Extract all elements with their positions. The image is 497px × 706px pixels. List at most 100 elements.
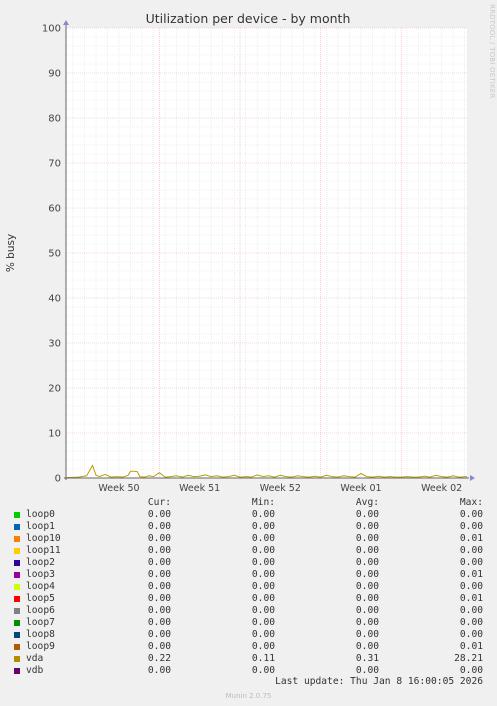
y-tick-label: 20 bbox=[48, 384, 61, 395]
legend-name: loop11 bbox=[26, 545, 61, 556]
legend-value-avg: 0.00 bbox=[355, 545, 379, 556]
legend-value-cur: 0.00 bbox=[147, 641, 171, 652]
legend-value-min: 0.00 bbox=[251, 605, 275, 616]
x-tick-labels: Week 50 Week 51 Week 52 Week 01 Week 02 bbox=[98, 483, 462, 494]
legend-value-max: 0.00 bbox=[459, 521, 483, 532]
rrdtool-watermark: RRDTOOL / TOBI OETIKER bbox=[488, 4, 496, 99]
legend-value-min: 0.00 bbox=[251, 557, 275, 568]
legend-value-avg: 0.00 bbox=[355, 521, 379, 532]
legend-row-loop5: loop5 0.00 0.00 0.00 0.01 bbox=[0, 593, 497, 605]
legend-header-avg: Avg: bbox=[355, 497, 379, 508]
last-update: Last update: Thu Jan 8 16:00:05 2026 bbox=[275, 676, 483, 687]
legend-swatch bbox=[14, 668, 20, 674]
legend-value-max: 0.00 bbox=[459, 629, 483, 640]
legend-value-cur: 0.22 bbox=[147, 653, 171, 664]
legend-swatch bbox=[14, 548, 20, 554]
legend-value-max: 0.00 bbox=[459, 545, 483, 556]
legend-value-avg: 0.00 bbox=[355, 629, 379, 640]
x-tick-label: Week 51 bbox=[179, 483, 220, 494]
legend-value-cur: 0.00 bbox=[147, 581, 171, 592]
legend-value-avg: 0.00 bbox=[355, 617, 379, 628]
legend-header: Cur: Min: Avg: Max: bbox=[0, 497, 497, 509]
legend-swatch bbox=[14, 572, 20, 578]
y-tick-label: 60 bbox=[48, 204, 61, 215]
legend-name: loop7 bbox=[26, 617, 55, 628]
y-tick-label: 50 bbox=[48, 249, 61, 260]
x-tick-label: Week 50 bbox=[98, 483, 139, 494]
legend-row-loop1: loop1 0.00 0.00 0.00 0.00 bbox=[0, 521, 497, 533]
legend-swatch bbox=[14, 524, 20, 530]
legend-swatch bbox=[14, 644, 20, 650]
legend-swatch bbox=[14, 536, 20, 542]
legend-row-vda: vda 0.22 0.11 0.31 28.21 bbox=[0, 653, 497, 665]
legend-value-min: 0.00 bbox=[251, 641, 275, 652]
legend-value-min: 0.00 bbox=[251, 521, 275, 532]
legend-row-loop6: loop6 0.00 0.00 0.00 0.00 bbox=[0, 605, 497, 617]
legend-value-min: 0.00 bbox=[251, 533, 275, 544]
legend-value-cur: 0.00 bbox=[147, 545, 171, 556]
legend-value-max: 0.00 bbox=[459, 605, 483, 616]
legend-value-min: 0.00 bbox=[251, 581, 275, 592]
legend-name: loop5 bbox=[26, 593, 55, 604]
legend-row-loop10: loop10 0.00 0.00 0.00 0.01 bbox=[0, 533, 497, 545]
legend-value-avg: 0.00 bbox=[355, 569, 379, 580]
legend-name: loop2 bbox=[26, 557, 55, 568]
legend-header-min: Min: bbox=[251, 497, 275, 508]
legend-name: loop9 bbox=[26, 641, 55, 652]
y-tick-label: 10 bbox=[48, 429, 61, 440]
legend-value-max: 0.00 bbox=[459, 617, 483, 628]
legend-swatch bbox=[14, 620, 20, 626]
legend-row-loop2: loop2 0.00 0.00 0.00 0.00 bbox=[0, 557, 497, 569]
legend-value-max: 0.00 bbox=[459, 581, 483, 592]
legend-row-loop0: loop0 0.00 0.00 0.00 0.00 bbox=[0, 509, 497, 521]
legend-row-loop3: loop3 0.00 0.00 0.00 0.01 bbox=[0, 569, 497, 581]
x-axis-arrow bbox=[470, 475, 475, 481]
legend-value-max: 0.00 bbox=[459, 557, 483, 568]
legend-row-loop4: loop4 0.00 0.00 0.00 0.00 bbox=[0, 581, 497, 593]
legend-value-max: 28.21 bbox=[454, 653, 483, 664]
x-tick-label: Week 01 bbox=[340, 483, 381, 494]
legend-swatch bbox=[14, 632, 20, 638]
legend-swatch bbox=[14, 560, 20, 566]
legend-name: loop3 bbox=[26, 569, 55, 580]
legend-name: loop8 bbox=[26, 629, 55, 640]
chart-title: Utilization per device - by month bbox=[146, 11, 351, 26]
legend-value-avg: 0.31 bbox=[355, 653, 379, 664]
munin-version: Munin 2.0.75 bbox=[225, 692, 272, 700]
legend-value-avg: 0.00 bbox=[355, 533, 379, 544]
legend-value-min: 0.00 bbox=[251, 593, 275, 604]
legend-value-max: 0.01 bbox=[459, 533, 483, 544]
y-tick-label: 0 bbox=[55, 474, 61, 485]
legend-name: loop0 bbox=[26, 509, 55, 520]
legend-value-cur: 0.00 bbox=[147, 605, 171, 616]
legend-swatch bbox=[14, 596, 20, 602]
legend-header-max: Max: bbox=[459, 497, 483, 508]
y-tick-label: 80 bbox=[48, 114, 61, 125]
legend-row-loop9: loop9 0.00 0.00 0.00 0.01 bbox=[0, 641, 497, 653]
legend-header-cur: Cur: bbox=[147, 497, 171, 508]
legend-swatch bbox=[14, 656, 20, 662]
legend-value-avg: 0.00 bbox=[355, 581, 379, 592]
legend-value-min: 0.00 bbox=[251, 629, 275, 640]
legend-swatch bbox=[14, 608, 20, 614]
legend-value-min: 0.00 bbox=[251, 509, 275, 520]
y-tick-label: 90 bbox=[48, 69, 61, 80]
legend-value-cur: 0.00 bbox=[147, 629, 171, 640]
legend-value-avg: 0.00 bbox=[355, 605, 379, 616]
legend-value-cur: 0.00 bbox=[147, 569, 171, 580]
legend-value-avg: 0.00 bbox=[355, 593, 379, 604]
legend-name: loop6 bbox=[26, 605, 55, 616]
y-tick-label: 70 bbox=[48, 159, 61, 170]
legend-value-min: 0.00 bbox=[251, 545, 275, 556]
legend-value-cur: 0.00 bbox=[147, 665, 171, 676]
legend-value-cur: 0.00 bbox=[147, 521, 171, 532]
y-tick-label: 30 bbox=[48, 339, 61, 350]
x-tick-label: Week 52 bbox=[260, 483, 301, 494]
legend-value-cur: 0.00 bbox=[147, 557, 171, 568]
x-tick-label: Week 02 bbox=[421, 483, 462, 494]
legend-name: loop1 bbox=[26, 521, 55, 532]
legend-value-avg: 0.00 bbox=[355, 641, 379, 652]
legend-swatch bbox=[14, 584, 20, 590]
legend-name: vdb bbox=[26, 665, 44, 676]
legend-value-cur: 0.00 bbox=[147, 533, 171, 544]
